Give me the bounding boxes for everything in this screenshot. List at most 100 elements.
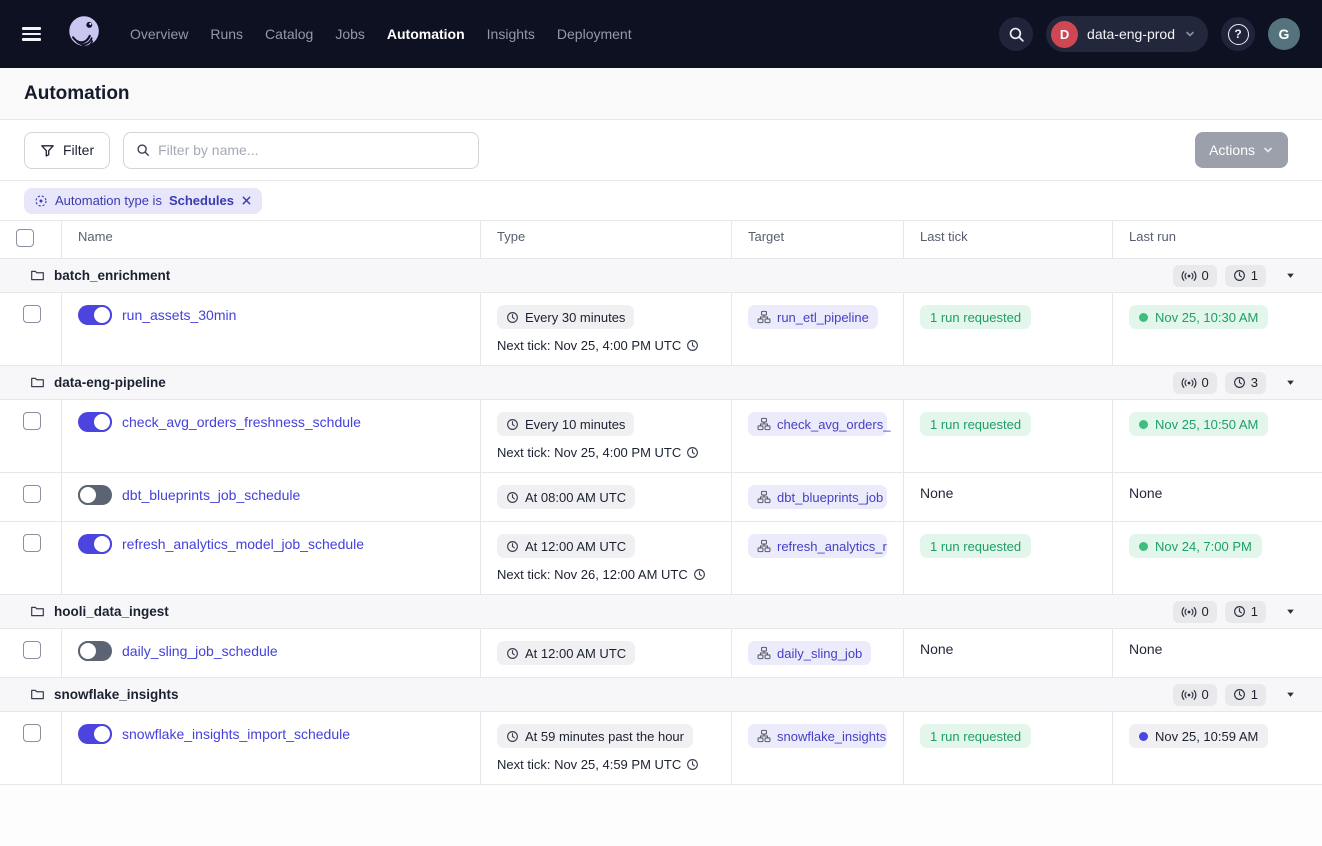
schedule-toggle[interactable] [78, 485, 112, 505]
last-tick-badge: 1 run requested [920, 305, 1031, 329]
folder-icon [30, 604, 45, 619]
last-run-badge[interactable]: Nov 25, 10:30 AM [1129, 305, 1268, 329]
target-chip[interactable]: refresh_analytics_r [748, 534, 887, 558]
user-avatar[interactable]: G [1268, 18, 1300, 50]
group-header-data-eng-pipeline[interactable]: data-eng-pipeline 0 3 [0, 366, 1322, 400]
menu-icon[interactable] [22, 21, 48, 47]
nav-right: D data-eng-prod ? G [999, 16, 1300, 52]
collapse-caret[interactable] [1283, 375, 1298, 390]
schedule-name-link[interactable]: snowflake_insights_import_schedule [122, 726, 350, 742]
nav-item-automation[interactable]: Automation [387, 26, 465, 42]
group-name: batch_enrichment [54, 268, 170, 283]
clock-icon [1233, 605, 1246, 618]
schedule-type-chip: At 12:00 AM UTC [497, 641, 635, 665]
schedule-type-chip: Every 30 minutes [497, 305, 634, 329]
column-header-last-tick: Last tick [903, 221, 1112, 258]
target-chip[interactable]: daily_sling_job [748, 641, 871, 665]
deployment-avatar: D [1051, 21, 1078, 48]
table-body: batch_enrichment 0 1 run_assets_30min Ev… [0, 259, 1322, 785]
nav-item-overview[interactable]: Overview [130, 26, 188, 42]
sensor-count-badge: 0 [1173, 372, 1217, 394]
group-name: hooli_data_ingest [54, 604, 169, 619]
folder-icon [30, 687, 45, 702]
select-all-checkbox[interactable] [16, 229, 34, 247]
deployment-switcher[interactable]: D data-eng-prod [1046, 16, 1208, 52]
schedule-toggle[interactable] [78, 724, 112, 744]
schedule-name-link[interactable]: refresh_analytics_model_job_schedule [122, 536, 364, 552]
job-icon [757, 490, 771, 504]
clock-icon [506, 730, 519, 743]
schedule-toggle[interactable] [78, 641, 112, 661]
collapse-caret[interactable] [1283, 604, 1298, 619]
next-tick-text: Next tick: Nov 25, 4:00 PM UTC [497, 445, 715, 460]
schedule-name-link[interactable]: run_assets_30min [122, 307, 236, 323]
search-icon[interactable] [999, 17, 1033, 51]
clock-icon [506, 418, 519, 431]
last-tick-badge: 1 run requested [920, 412, 1031, 436]
search-box [123, 132, 479, 169]
chevron-down-icon [1184, 28, 1196, 40]
row-checkbox[interactable] [23, 724, 41, 742]
clock-icon [506, 491, 519, 504]
schedule-row: refresh_analytics_model_job_schedule At … [0, 522, 1322, 595]
status-dot [1139, 732, 1148, 741]
clock-icon [506, 540, 519, 553]
next-tick-text: Next tick: Nov 25, 4:00 PM UTC [497, 338, 715, 353]
row-checkbox[interactable] [23, 485, 41, 503]
group-header-snowflake-insights[interactable]: snowflake_insights 0 1 [0, 678, 1322, 712]
collapse-caret[interactable] [1283, 268, 1298, 283]
collapse-caret[interactable] [1283, 687, 1298, 702]
sensor-icon [1181, 689, 1197, 701]
caret-down-icon [1285, 377, 1296, 388]
schedule-row: dbt_blueprints_job_schedule At 08:00 AM … [0, 473, 1322, 522]
dagster-logo[interactable] [64, 12, 106, 57]
schedule-toggle[interactable] [78, 412, 112, 432]
schedule-count-badge: 1 [1225, 265, 1266, 287]
last-run-badge[interactable]: Nov 24, 7:00 PM [1129, 534, 1262, 558]
row-checkbox[interactable] [23, 305, 41, 323]
schedule-toggle[interactable] [78, 534, 112, 554]
last-tick-badge: 1 run requested [920, 724, 1031, 748]
target-chip[interactable]: snowflake_insights [748, 724, 887, 748]
clock-icon [1233, 376, 1246, 389]
last-tick-badge: 1 run requested [920, 534, 1031, 558]
deployment-name: data-eng-prod [1087, 26, 1175, 42]
filter-chip[interactable]: Automation type is Schedules [24, 188, 262, 214]
schedule-toggle[interactable] [78, 305, 112, 325]
job-icon [757, 729, 771, 743]
target-chip[interactable]: dbt_blueprints_job [748, 485, 887, 509]
name-filter-input[interactable] [158, 142, 466, 158]
group-header-hooli-data-ingest[interactable]: hooli_data_ingest 0 1 [0, 595, 1322, 629]
target-chip[interactable]: check_avg_orders_ [748, 412, 887, 436]
nav-item-catalog[interactable]: Catalog [265, 26, 313, 42]
last-run-badge[interactable]: Nov 25, 10:50 AM [1129, 412, 1268, 436]
schedule-type-chip: Every 10 minutes [497, 412, 634, 436]
close-icon[interactable] [241, 195, 252, 206]
group-name: snowflake_insights [54, 687, 179, 702]
nav-item-deployment[interactable]: Deployment [557, 26, 632, 42]
nav-item-jobs[interactable]: Jobs [335, 26, 365, 42]
nav-item-runs[interactable]: Runs [210, 26, 243, 42]
last-run-badge[interactable]: Nov 25, 10:59 AM [1129, 724, 1268, 748]
caret-down-icon [1285, 270, 1296, 281]
row-checkbox[interactable] [23, 641, 41, 659]
column-header-name: Name [61, 221, 480, 258]
schedule-name-link[interactable]: dbt_blueprints_job_schedule [122, 487, 300, 503]
nav-item-insights[interactable]: Insights [487, 26, 535, 42]
last-tick-none: None [920, 485, 953, 501]
row-checkbox[interactable] [23, 534, 41, 552]
group-header-batch-enrichment[interactable]: batch_enrichment 0 1 [0, 259, 1322, 293]
active-filters-row: Automation type is Schedules [0, 181, 1322, 221]
target-chip[interactable]: run_etl_pipeline [748, 305, 878, 329]
schedule-row: snowflake_insights_import_schedule At 59… [0, 712, 1322, 785]
help-icon[interactable]: ? [1221, 17, 1255, 51]
actions-button[interactable]: Actions [1195, 132, 1288, 168]
filter-button[interactable]: Filter [24, 132, 110, 169]
schedule-name-link[interactable]: check_avg_orders_freshness_schdule [122, 414, 361, 430]
job-icon [757, 539, 771, 553]
filter-chip-prefix: Automation type is [55, 193, 162, 208]
schedule-name-link[interactable]: daily_sling_job_schedule [122, 643, 278, 659]
caret-down-icon [1285, 606, 1296, 617]
row-checkbox[interactable] [23, 412, 41, 430]
automation-type-icon [34, 194, 48, 208]
